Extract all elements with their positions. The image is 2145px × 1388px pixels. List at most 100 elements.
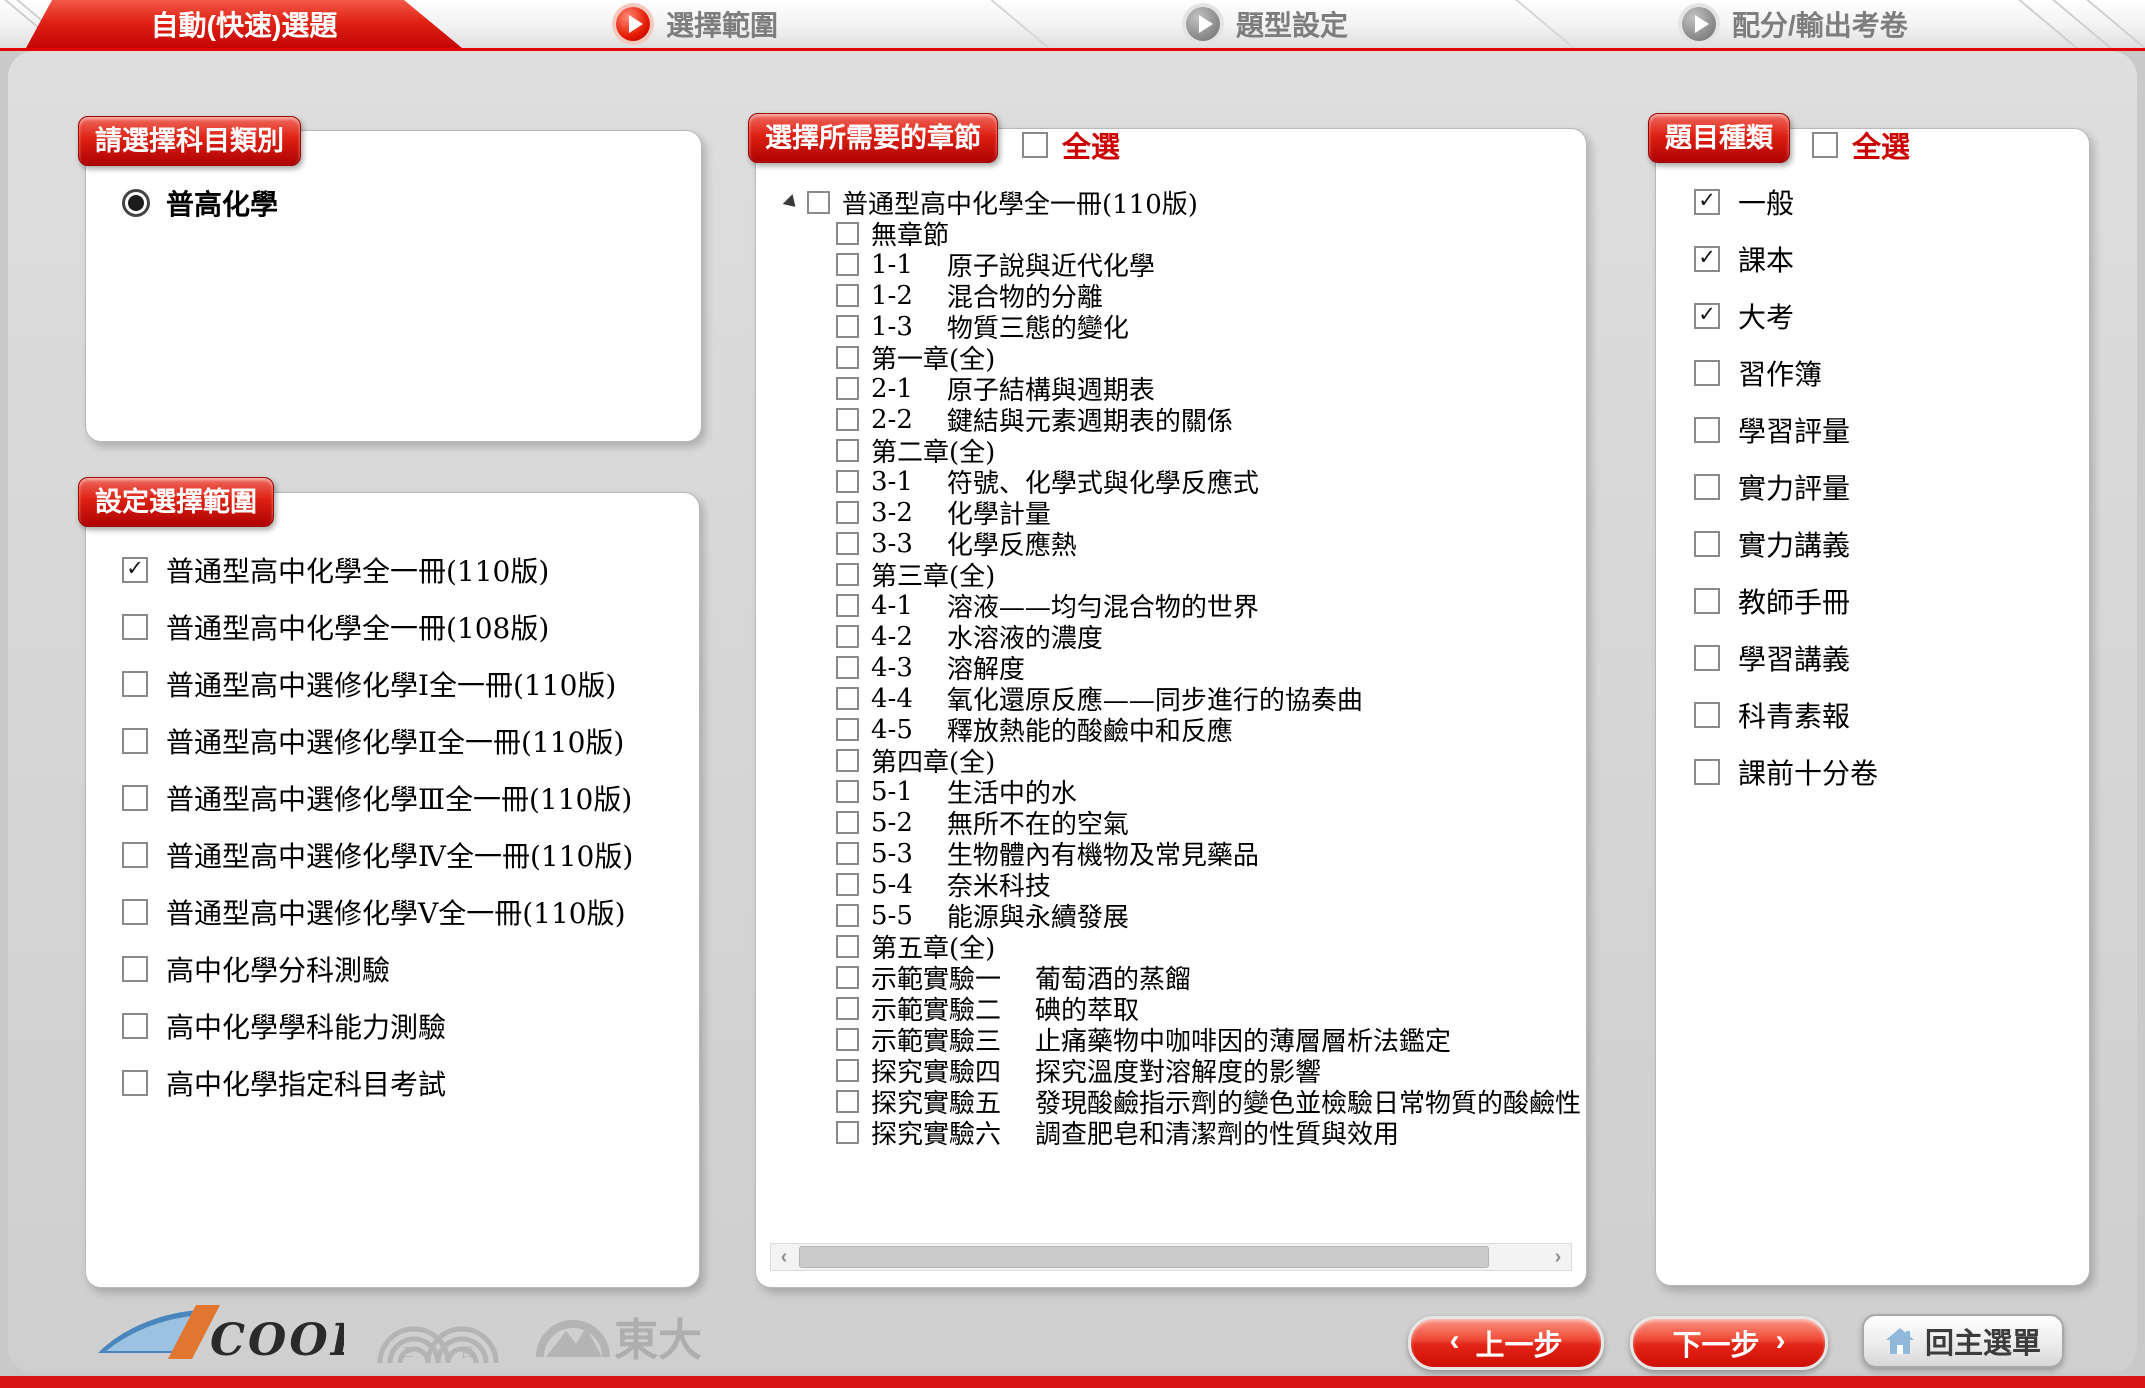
chapter-tree-row[interactable]: 5-1 生活中的水 [772,776,1580,807]
chapter-checkbox[interactable] [836,222,859,245]
chapter-tree-row[interactable]: 普通型高中化學全一冊(110版) [772,187,1580,218]
chapter-checkbox[interactable] [836,563,859,586]
chapter-tree-row[interactable]: 示範實驗三 止痛藥物中咖啡因的薄層層析法鑑定 [772,1024,1580,1055]
type-checkbox[interactable] [1694,303,1720,329]
chapter-checkbox[interactable] [836,687,859,710]
chapter-tree-row[interactable]: 3-1 符號、化學式與化學反應式 [772,466,1580,497]
chapter-tree-row[interactable]: 4-1 溶液——均勻混合物的世界 [772,590,1580,621]
scope-checkbox[interactable] [122,1013,148,1039]
scroll-left-icon[interactable]: ‹ [771,1244,797,1270]
type-select-all-checkbox[interactable] [1812,132,1838,158]
chapter-tree-row[interactable]: 探究實驗四 探究溫度對溶解度的影響 [772,1055,1580,1086]
type-item-row[interactable]: 一般 [1694,173,2089,230]
scope-item-row[interactable]: 普通型高中化學全一冊(108版) [122,598,699,655]
chapter-tree-row[interactable]: 4-4 氧化還原反應——同步進行的協奏曲 [772,683,1580,714]
chapter-tree-row[interactable]: 1-3 物質三態的變化 [772,311,1580,342]
chapter-checkbox[interactable] [836,842,859,865]
type-item-row[interactable]: 實力評量 [1694,458,2089,515]
chapter-checkbox[interactable] [836,1028,859,1051]
chapter-tree-row[interactable]: 第二章(全) [772,435,1580,466]
chapter-tree-row[interactable]: 4-5 釋放熱能的酸鹼中和反應 [772,714,1580,745]
scope-item-row[interactable]: 普通型高中選修化學Ⅴ全一冊(110版) [122,883,699,940]
chapter-checkbox[interactable] [836,749,859,772]
chapter-tree-row[interactable]: 無章節 [772,218,1580,249]
chapter-checkbox[interactable] [836,1121,859,1144]
type-item-row[interactable]: 實力講義 [1694,515,2089,572]
chapter-tree-row[interactable]: 第四章(全) [772,745,1580,776]
type-item-row[interactable]: 學習講義 [1694,629,2089,686]
tab-question-type-setting[interactable]: 題型設定 [1186,0,1348,48]
chapter-tree-row[interactable]: 示範實驗二 碘的萃取 [772,993,1580,1024]
type-checkbox[interactable] [1694,189,1720,215]
tab-select-scope[interactable]: 選擇範圍 [616,0,778,48]
chapter-tree-row[interactable]: 第五章(全) [772,931,1580,962]
chapter-tree-row[interactable]: 3-3 化學反應熱 [772,528,1580,559]
chapter-checkbox[interactable] [836,315,859,338]
scope-checkbox[interactable] [122,557,148,583]
chapter-checkbox[interactable] [836,501,859,524]
chapter-checkbox[interactable] [836,594,859,617]
home-menu-button[interactable]: 回主選單 [1862,1314,2064,1368]
chapter-tree-row[interactable]: 2-2 鍵結與元素週期表的關係 [772,404,1580,435]
chapter-checkbox[interactable] [836,873,859,896]
type-item-row[interactable]: 習作簿 [1694,344,2089,401]
subject-option-row[interactable]: 普高化學 [122,183,278,223]
scope-checkbox[interactable] [122,785,148,811]
chapter-checkbox[interactable] [836,935,859,958]
chapter-tree-row[interactable]: 示範實驗一 葡萄酒的蒸餾 [772,962,1580,993]
subject-radio[interactable] [122,189,150,217]
chapter-checkbox[interactable] [836,811,859,834]
type-checkbox[interactable] [1694,531,1720,557]
scope-item-row[interactable]: 高中化學分科測驗 [122,940,699,997]
scope-item-row[interactable]: 普通型高中選修化學Ⅰ全一冊(110版) [122,655,699,712]
chapter-checkbox[interactable] [836,1090,859,1113]
chapter-select-all-checkbox[interactable] [1022,132,1048,158]
type-item-row[interactable]: 課本 [1694,230,2089,287]
chapter-tree-row[interactable]: 2-1 原子結構與週期表 [772,373,1580,404]
type-item-row[interactable]: 科青素報 [1694,686,2089,743]
chapter-tree-row[interactable]: 探究實驗五 發現酸鹼指示劑的變色並檢驗日常物質的酸鹼性 [772,1086,1580,1117]
chapter-tree-row[interactable]: 5-3 生物體內有機物及常見藥品 [772,838,1580,869]
chapter-tree-row[interactable]: 5-2 無所不在的空氣 [772,807,1580,838]
chapter-checkbox[interactable] [836,377,859,400]
chapter-checkbox[interactable] [836,346,859,369]
type-checkbox[interactable] [1694,474,1720,500]
chapter-tree-row[interactable]: 5-4 奈米科技 [772,869,1580,900]
chapter-tree-row[interactable]: 探究實驗六 調查肥皂和清潔劑的性質與效用 [772,1117,1580,1148]
chapter-checkbox[interactable] [807,191,830,214]
prev-step-button[interactable]: ‹ 上一步 [1408,1316,1604,1370]
horizontal-scrollbar[interactable]: ‹ › [770,1243,1572,1271]
chapter-checkbox[interactable] [836,532,859,555]
chapter-tree-row[interactable]: 1-1 原子說與近代化學 [772,249,1580,280]
chapter-checkbox[interactable] [836,284,859,307]
scope-item-row[interactable]: 高中化學指定科目考試 [122,1054,699,1111]
scope-item-row[interactable]: 普通型高中選修化學Ⅲ全一冊(110版) [122,769,699,826]
chapter-checkbox[interactable] [836,1059,859,1082]
scope-checkbox[interactable] [122,956,148,982]
type-item-row[interactable]: 教師手冊 [1694,572,2089,629]
tab-auto-quick-pick[interactable]: 自動(快速)選題 [26,0,462,48]
chapter-tree-row[interactable]: 4-3 溶解度 [772,652,1580,683]
type-item-row[interactable]: 學習評量 [1694,401,2089,458]
chapter-tree-row[interactable]: 4-2 水溶液的濃度 [772,621,1580,652]
next-step-button[interactable]: 下一步 › [1630,1316,1828,1370]
chapter-select-all[interactable]: 全選 [1022,124,1120,166]
scope-item-row[interactable]: 普通型高中選修化學Ⅱ全一冊(110版) [122,712,699,769]
scope-item-row[interactable]: 高中化學學科能力測驗 [122,997,699,1054]
type-select-all[interactable]: 全選 [1812,124,1910,166]
scope-checkbox[interactable] [122,728,148,754]
type-item-row[interactable]: 課前十分卷 [1694,743,2089,800]
chapter-checkbox[interactable] [836,718,859,741]
scope-checkbox[interactable] [122,671,148,697]
chapter-checkbox[interactable] [836,904,859,927]
chapter-tree-row[interactable]: 第三章(全) [772,559,1580,590]
scope-checkbox[interactable] [122,1070,148,1096]
expand-arrow-icon[interactable] [783,194,801,212]
type-checkbox[interactable] [1694,645,1720,671]
chapter-checkbox[interactable] [836,780,859,803]
chapter-checkbox[interactable] [836,656,859,679]
chapter-checkbox[interactable] [836,408,859,431]
chapter-checkbox[interactable] [836,966,859,989]
scope-item-row[interactable]: 普通型高中選修化學Ⅳ全一冊(110版) [122,826,699,883]
scroll-thumb[interactable] [799,1246,1489,1268]
